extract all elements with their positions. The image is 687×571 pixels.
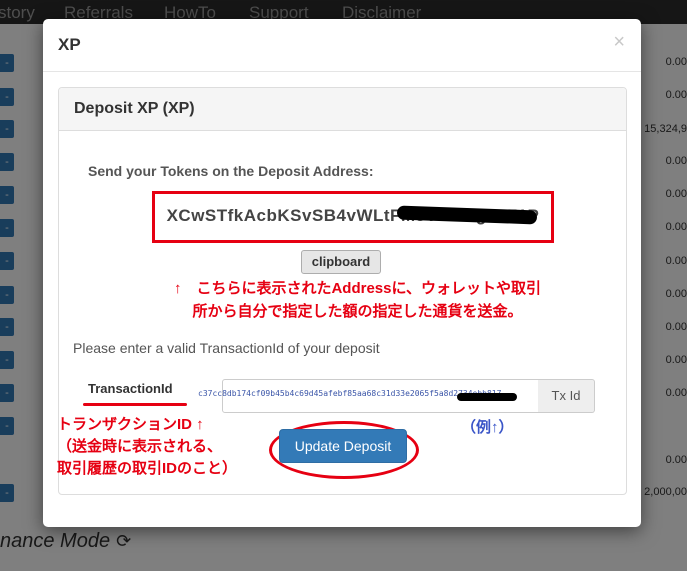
redaction-mark: [457, 393, 517, 401]
tx-id-addon: Tx Id: [538, 379, 595, 413]
modal-header: XP ×: [43, 19, 641, 72]
modal-title: XP: [58, 35, 81, 54]
enter-txid-instruction: Please enter a valid TransactionId of yo…: [73, 340, 380, 356]
address-annotation-line: 所から自分で指定した額の指定した通貨を送金。: [192, 303, 523, 320]
txid-annotation-line: （送金時に表示される、: [57, 438, 223, 455]
panel-title: Deposit XP (XP): [74, 100, 195, 117]
deposit-modal: XP × Deposit XP (XP) Send your Tokens on…: [43, 19, 641, 527]
panel-heading: Deposit XP (XP): [59, 88, 626, 131]
send-tokens-label: Send your Tokens on the Deposit Address:: [88, 163, 374, 179]
txid-annotation-line: トランザクションID ↑: [57, 416, 204, 433]
annotation-underline: [83, 403, 187, 406]
txid-annotation: トランザクションID ↑ （送金時に表示される、 取引履歴の取引IDのこと）: [57, 414, 237, 480]
update-deposit-button[interactable]: Update Deposit: [279, 429, 407, 463]
clipboard-button[interactable]: clipboard: [301, 250, 381, 274]
example-annotation: （例↑）: [461, 419, 514, 436]
close-icon[interactable]: ×: [613, 31, 625, 54]
transaction-id-label: TransactionId: [88, 381, 173, 396]
txid-annotation-line: 取引履歴の取引IDのこと）: [57, 460, 238, 477]
address-annotation-line: ↑ こちらに表示されたAddressに、ウォレットや取引: [173, 280, 542, 297]
deposit-address-highlight: XCwSTfkAcbKSvSB4vWLtFM5ViVLng2cF1P: [152, 191, 554, 243]
address-annotation: ↑ こちらに表示されたAddressに、ウォレットや取引 所から自分で指定した額…: [155, 277, 560, 323]
transaction-id-value: c37cc8db174cf09b45b4c69d45afebf85aa68c31…: [198, 389, 502, 398]
